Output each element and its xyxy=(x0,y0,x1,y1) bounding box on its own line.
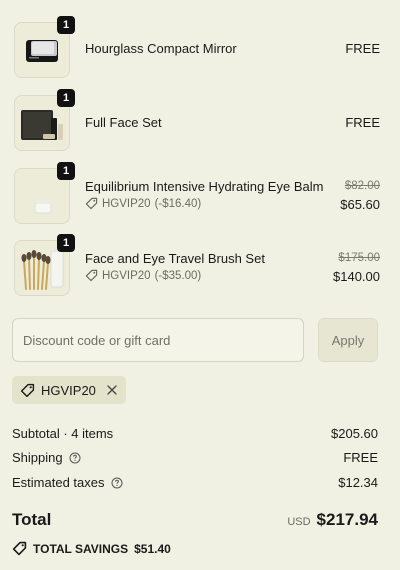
original-price: $175.00 xyxy=(338,252,380,264)
quantity-badge: 1 xyxy=(57,16,75,34)
applied-code-text: HGVIP20 xyxy=(41,382,96,398)
help-icon[interactable] xyxy=(111,477,123,489)
total-label: Total xyxy=(12,510,52,529)
quantity-badge: 1 xyxy=(57,234,75,252)
line-item: 1 Hourglass Compact Mirror FREE xyxy=(12,16,382,80)
item-price: FREE xyxy=(345,41,380,56)
item-name: Equilibrium Intensive Hydrating Eye Balm xyxy=(85,179,324,194)
subtotal-value: $205.60 xyxy=(331,426,378,441)
shipping-row: Shipping FREE xyxy=(12,450,378,465)
item-price: FREE xyxy=(345,115,380,130)
tag-icon xyxy=(85,197,98,210)
applied-discount-chip: HGVIP20 xyxy=(12,376,126,404)
discount-code-label: HGVIP20 (-$16.40) xyxy=(85,197,201,210)
shipping-value: FREE xyxy=(343,450,378,465)
code-text: HGVIP20 xyxy=(102,197,151,210)
line-item: 1 Face and Eye Travel Brush Set HGVIP20 … xyxy=(12,234,382,298)
apply-button[interactable]: Apply xyxy=(318,318,378,362)
item-name: Hourglass Compact Mirror xyxy=(85,41,237,56)
code-discount: (-$16.40) xyxy=(154,197,202,210)
code-discount: (-$35.00) xyxy=(154,269,202,282)
item-price: $65.60 xyxy=(340,197,380,212)
tag-icon xyxy=(12,541,27,556)
code-text: HGVIP20 xyxy=(102,269,151,282)
item-name: Face and Eye Travel Brush Set xyxy=(85,251,265,266)
subtotal-label: Subtotal · 4 items xyxy=(12,426,114,441)
savings-label: TOTAL SAVINGS xyxy=(33,541,129,556)
total-savings: TOTAL SAVINGS $51.40 xyxy=(12,541,171,556)
subtotal-row: Subtotal · 4 items $205.60 xyxy=(12,426,378,441)
taxes-label: Estimated taxes xyxy=(12,475,105,490)
help-icon[interactable] xyxy=(69,452,81,464)
quantity-badge: 1 xyxy=(57,89,75,107)
quantity-badge: 1 xyxy=(57,162,75,180)
total-row: Total USD $217.94 xyxy=(12,510,378,530)
tag-icon xyxy=(85,269,98,282)
original-price: $82.00 xyxy=(344,180,380,192)
shipping-label: Shipping xyxy=(12,450,63,465)
currency-label: USD xyxy=(287,516,311,528)
total-amount: $217.94 xyxy=(316,510,378,529)
item-name: Full Face Set xyxy=(85,115,162,130)
line-item: 1 Full Face Set FREE xyxy=(12,89,382,153)
close-icon xyxy=(107,385,117,395)
taxes-row: Estimated taxes $12.34 xyxy=(12,475,378,490)
discount-code-label: HGVIP20 (-$35.00) xyxy=(85,269,201,282)
discount-code-input[interactable] xyxy=(12,318,304,362)
taxes-value: $12.34 xyxy=(338,475,378,490)
tag-icon xyxy=(20,383,35,398)
line-item: 1 Equilibrium Intensive Hydrating Eye Ba… xyxy=(12,162,382,226)
remove-code-button[interactable] xyxy=(106,384,118,396)
item-price: $140.00 xyxy=(333,269,380,284)
savings-value: $51.40 xyxy=(134,541,171,556)
